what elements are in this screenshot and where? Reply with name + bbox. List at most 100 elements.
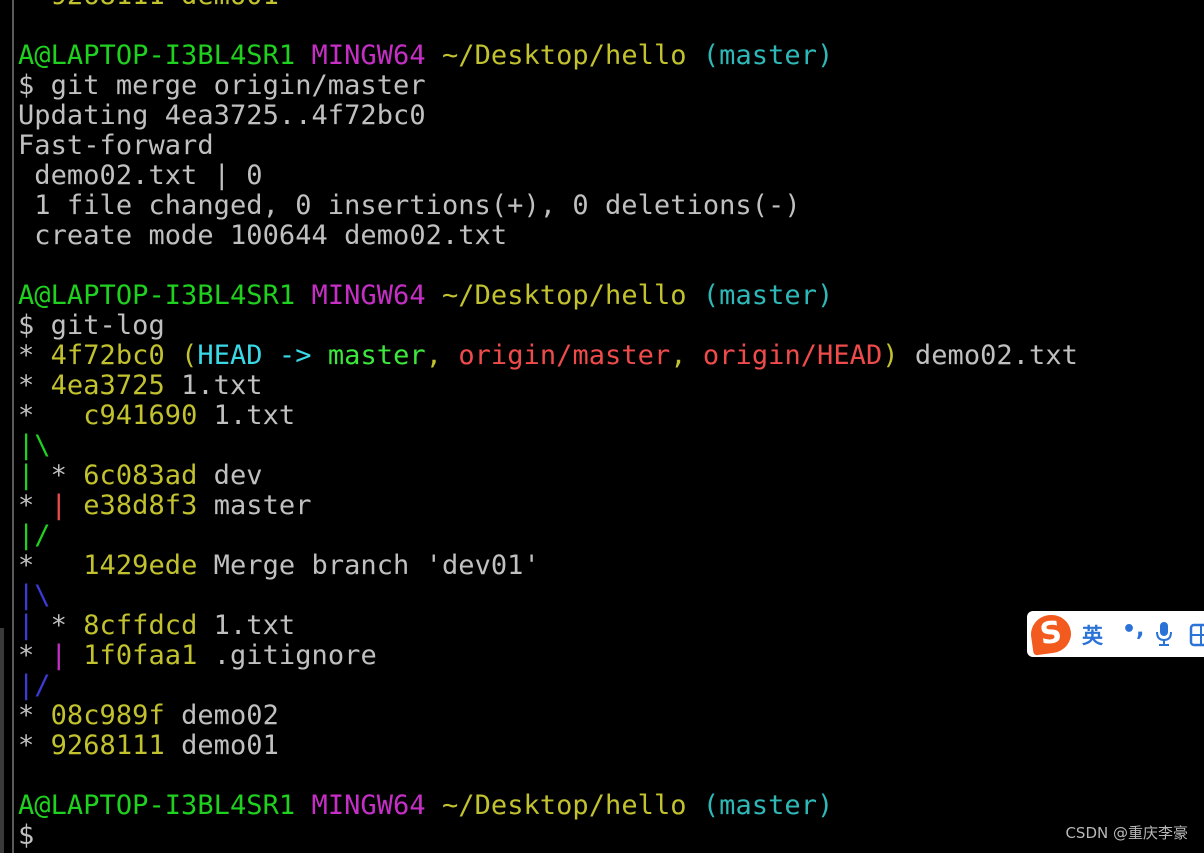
terminal-text-segment: demo02.txt | 0: [18, 160, 263, 191]
terminal-text-segment: *: [18, 730, 51, 761]
toolbox-icon[interactable]: [1189, 623, 1204, 647]
terminal-text-segment: master: [197, 490, 312, 521]
terminal-text-segment: *: [18, 700, 51, 731]
ime-language-toggle[interactable]: 英: [1082, 620, 1103, 650]
terminal-text-segment: Merge branch 'dev01': [197, 550, 540, 581]
terminal-text-segment: MINGW64: [311, 40, 426, 71]
terminal-window[interactable]: * 9268111 demo01 A@LAPTOP-I3BL4SR1 MINGW…: [0, 0, 1204, 853]
microphone-icon[interactable]: [1155, 621, 1173, 647]
terminal-line: |\: [18, 431, 1078, 461]
terminal-text-segment: MINGW64: [311, 280, 426, 311]
terminal-text-segment: *: [18, 370, 51, 401]
terminal-text-segment: $ git-log: [18, 310, 165, 341]
terminal-line: |\: [18, 581, 1078, 611]
terminal-text-segment: demo02.txt: [898, 340, 1078, 371]
terminal-text-segment: dev: [197, 460, 263, 491]
terminal-text-segment: c941690: [83, 400, 198, 431]
terminal-text-segment: |\: [18, 430, 51, 461]
terminal-text-segment: * 9268111 demo01: [18, 0, 279, 11]
terminal-text-segment: *: [18, 640, 51, 671]
terminal-text-segment: 6c083ad: [83, 460, 198, 491]
terminal-text-segment: demo01: [164, 730, 279, 761]
terminal-line: Updating 4ea3725..4f72bc0: [18, 101, 1078, 131]
terminal-line: $: [18, 821, 1078, 851]
terminal-line: * | 1f0faa1 .gitignore: [18, 641, 1078, 671]
terminal-text-segment: 9268111: [50, 730, 165, 761]
terminal-text-segment: A@LAPTOP-I3BL4SR1: [18, 280, 296, 311]
terminal-text-segment: |\: [18, 580, 51, 611]
terminal-line: create mode 100644 demo02.txt: [18, 221, 1078, 251]
terminal-line: * 1429ede Merge branch 'dev01': [18, 551, 1078, 581]
terminal-text-segment: |: [18, 610, 35, 641]
terminal-text-segment: 4f72bc0: [50, 340, 165, 371]
terminal-text-segment: (master): [702, 280, 834, 311]
terminal-text-segment: $: [18, 820, 35, 851]
terminal-line: | * 6c083ad dev: [18, 461, 1078, 491]
terminal-output[interactable]: * 9268111 demo01 A@LAPTOP-I3BL4SR1 MINGW…: [18, 0, 1078, 851]
terminal-text-segment: A@LAPTOP-I3BL4SR1: [18, 790, 296, 821]
terminal-text-segment: 08c989f: [50, 700, 165, 731]
terminal-text-segment: create mode 100644 demo02.txt: [18, 220, 508, 251]
terminal-text-segment: origin/HEAD: [702, 340, 883, 371]
terminal-text-segment: *: [18, 490, 51, 521]
terminal-line: |/: [18, 521, 1078, 551]
terminal-line: |/: [18, 671, 1078, 701]
terminal-line: * c941690 1.txt: [18, 401, 1078, 431]
terminal-text-segment: 4ea3725: [50, 370, 165, 401]
terminal-text-segment: origin/master: [458, 340, 671, 371]
terminal-line: A@LAPTOP-I3BL4SR1 MINGW64 ~/Desktop/hell…: [18, 281, 1078, 311]
sogou-logo-icon[interactable]: S: [1028, 612, 1074, 656]
terminal-text-segment: MINGW64: [311, 790, 426, 821]
terminal-text-segment: *: [18, 340, 51, 371]
terminal-line: Fast-forward: [18, 131, 1078, 161]
terminal-line: * 9268111 demo01: [18, 731, 1078, 761]
terminal-text-segment: e38d8f3: [83, 490, 198, 521]
terminal-text-segment: master: [327, 340, 426, 371]
terminal-text-segment: ,: [670, 340, 703, 371]
terminal-text-segment: (master): [702, 790, 834, 821]
terminal-text-segment: |: [18, 460, 35, 491]
terminal-text-segment: 1.txt: [197, 400, 296, 431]
terminal-text-segment: *: [18, 400, 84, 431]
terminal-line: 1 file changed, 0 insertions(+), 0 delet…: [18, 191, 1078, 221]
terminal-text-segment: |: [50, 490, 67, 521]
terminal-text-segment: 8cffdcd: [83, 610, 198, 641]
ime-toolbar[interactable]: S 英 •,: [1027, 611, 1204, 657]
terminal-text-segment: $ git merge origin/master: [18, 70, 426, 101]
scrollbar-track[interactable]: [0, 628, 4, 853]
terminal-line: demo02.txt | 0: [18, 161, 1078, 191]
window-left-border: [12, 0, 14, 853]
ime-punctuation-toggle[interactable]: •,: [1122, 617, 1144, 642]
terminal-line: $ git merge origin/master: [18, 71, 1078, 101]
terminal-line: | * 8cffdcd 1.txt: [18, 611, 1078, 641]
terminal-line: * 08c989f demo02: [18, 701, 1078, 731]
terminal-text-segment: .gitignore: [197, 640, 377, 671]
terminal-text-segment: HEAD ->: [197, 340, 328, 371]
terminal-line: * 4f72bc0 (HEAD -> master, origin/master…: [18, 341, 1078, 371]
terminal-text-segment: *: [34, 460, 84, 491]
terminal-text-segment: |: [50, 640, 67, 671]
terminal-line: A@LAPTOP-I3BL4SR1 MINGW64 ~/Desktop/hell…: [18, 41, 1078, 71]
terminal-text-segment: ~/Desktop/hello: [441, 40, 687, 71]
terminal-text-segment: *: [18, 550, 84, 581]
terminal-text-segment: ): [882, 340, 899, 371]
terminal-line: * 9268111 demo01: [18, 0, 1078, 11]
terminal-line: $ git-log: [18, 311, 1078, 341]
terminal-text-segment: 1429ede: [83, 550, 198, 581]
terminal-line: A@LAPTOP-I3BL4SR1 MINGW64 ~/Desktop/hell…: [18, 791, 1078, 821]
terminal-text-segment: (master): [702, 40, 834, 71]
terminal-text-segment: (: [164, 340, 198, 371]
terminal-text-segment: ~/Desktop/hello: [441, 790, 687, 821]
